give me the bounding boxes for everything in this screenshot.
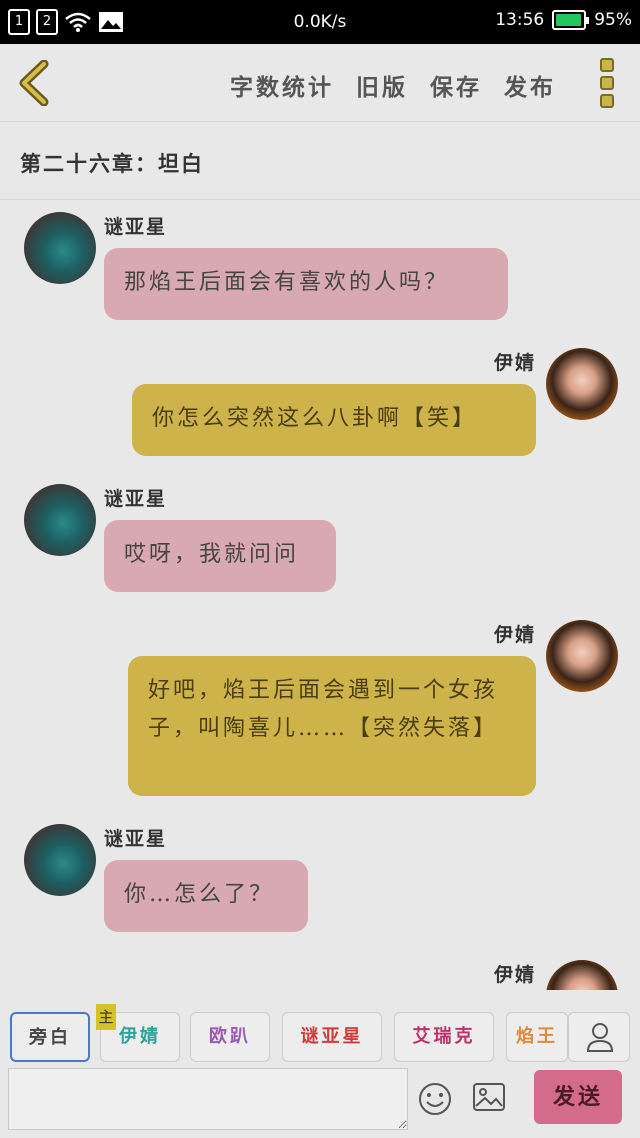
avatar[interactable] xyxy=(24,824,96,896)
sender-name: 伊婧 xyxy=(493,964,536,986)
chapter-header: 第二十六章：坦白 xyxy=(0,122,640,200)
role-miyaxing[interactable]: 谜亚星 xyxy=(282,1012,382,1062)
message-bubble[interactable]: 那焰王后面会有喜欢的人吗？ xyxy=(104,248,508,320)
role-oupa[interactable]: 欧趴 xyxy=(190,1012,270,1062)
toolbar: 字数统计 旧版 保存 发布 xyxy=(0,44,640,122)
save-button[interactable]: 保存 xyxy=(430,68,482,102)
sender-name: 伊婧 xyxy=(493,624,536,646)
avatar[interactable] xyxy=(24,484,96,556)
role-yanwang[interactable]: 焰王 xyxy=(506,1012,568,1062)
input-bar: 发送 xyxy=(0,1064,640,1138)
main-role-badge: 主 xyxy=(96,1004,116,1030)
word-count-button[interactable]: 字数统计 xyxy=(230,68,334,102)
sender-name: 谜亚星 xyxy=(104,828,168,850)
old-version-button[interactable]: 旧版 xyxy=(356,68,408,102)
publish-button[interactable]: 发布 xyxy=(504,68,556,102)
avatar[interactable] xyxy=(546,960,618,990)
role-selector: 旁白 伊婧 主 欧趴 谜亚星 艾瑞克 焰王 xyxy=(0,990,640,1064)
battery-percent: 95% xyxy=(594,10,632,30)
role-erik[interactable]: 艾瑞克 xyxy=(394,1012,494,1062)
chevron-left-icon[interactable] xyxy=(16,60,52,106)
more-vertical-icon[interactable] xyxy=(600,58,614,108)
message-bubble[interactable]: 你怎么突然这么八卦啊【笑】 xyxy=(132,384,536,456)
avatar[interactable] xyxy=(546,348,618,420)
avatar[interactable] xyxy=(546,620,618,692)
message-bubble[interactable]: 哎呀，我就问问 xyxy=(104,520,336,592)
message-bubble[interactable]: 你…怎么了？ xyxy=(104,860,308,932)
message-bubble[interactable]: 好吧，焰王后面会遇到一个女孩子，叫陶喜儿……【突然失落】 xyxy=(128,656,536,796)
avatar[interactable] xyxy=(24,212,96,284)
emoji-icon[interactable] xyxy=(418,1082,452,1116)
battery-icon xyxy=(552,10,590,30)
role-narration[interactable]: 旁白 xyxy=(10,1012,90,1062)
sender-name: 伊婧 xyxy=(493,352,536,374)
clock: 13:56 xyxy=(495,10,545,30)
image-icon[interactable] xyxy=(472,1082,506,1112)
sender-name: 谜亚星 xyxy=(104,488,168,510)
chapter-title: 第二十六章：坦白 xyxy=(20,151,204,176)
status-bar: 1 2 0.0K/s 13:56 95% xyxy=(0,0,640,44)
message-list[interactable]: 谜亚星 那焰王后面会有喜欢的人吗？ 伊婧 你怎么突然这么八卦啊【笑】 谜亚星 哎… xyxy=(0,200,640,990)
message-input[interactable] xyxy=(8,1068,408,1130)
send-button[interactable]: 发送 xyxy=(534,1070,622,1124)
user-icon[interactable] xyxy=(568,1012,630,1062)
sender-name: 谜亚星 xyxy=(104,216,168,238)
